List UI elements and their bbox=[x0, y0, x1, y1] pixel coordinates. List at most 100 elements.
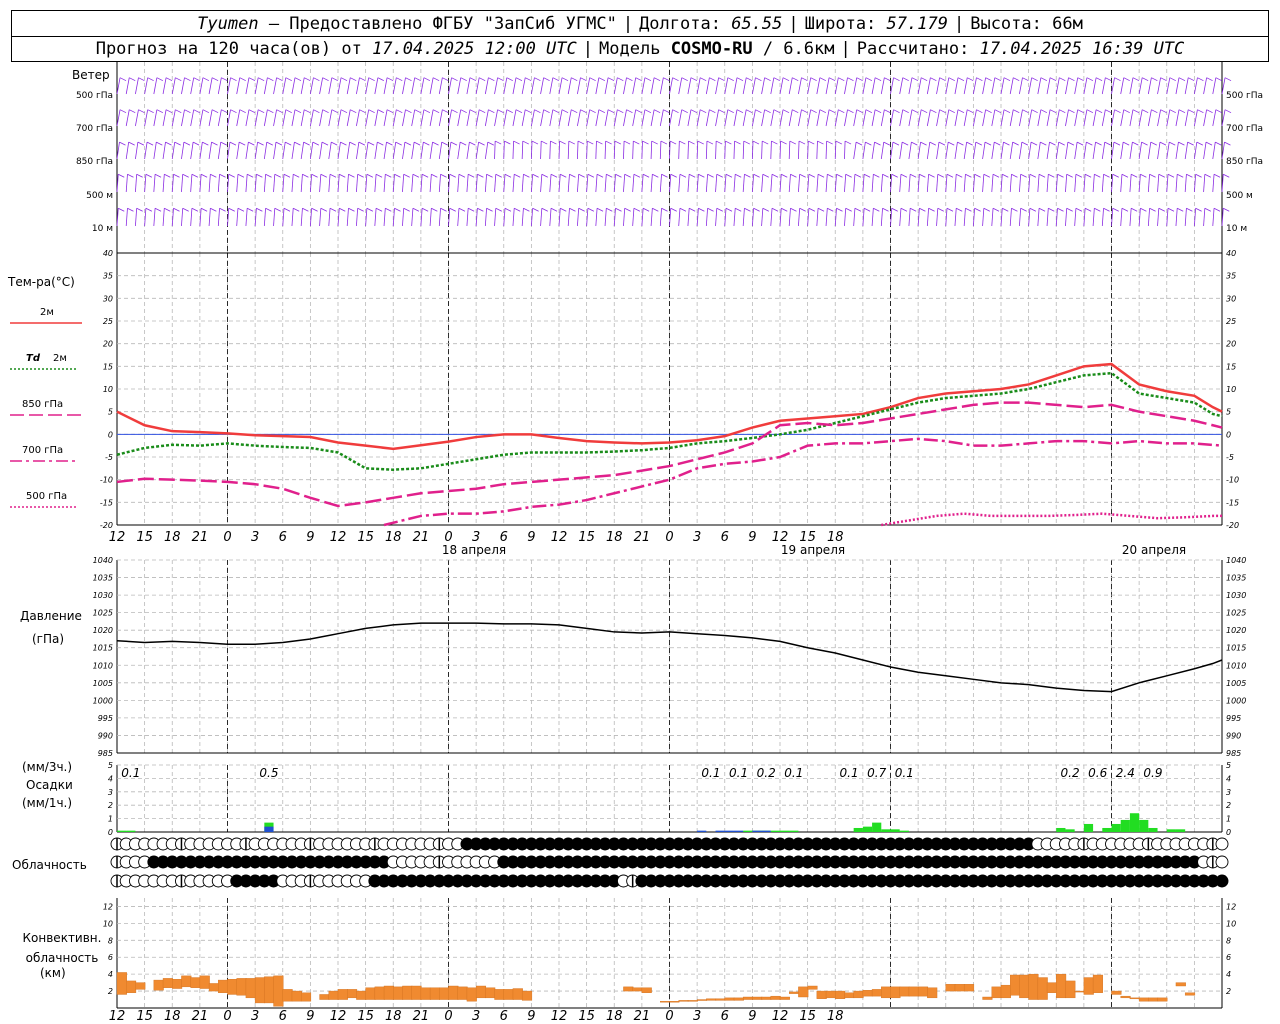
pres-ytick-right: 1005 bbox=[1226, 679, 1246, 688]
wind-barb bbox=[926, 77, 931, 95]
wind-barb bbox=[291, 77, 296, 95]
wind-barb bbox=[429, 142, 433, 160]
wind-barb-flag bbox=[578, 207, 585, 212]
wind-barb bbox=[595, 77, 600, 95]
wind-barb-flag bbox=[385, 173, 392, 178]
wind-barb-flag bbox=[1040, 141, 1047, 146]
wind-barb-flag bbox=[1196, 141, 1204, 146]
wind-barb-flag bbox=[716, 173, 723, 178]
wind-barb bbox=[1147, 77, 1152, 95]
wind-barb-flag bbox=[340, 109, 348, 114]
wind-barb-flag bbox=[477, 173, 484, 178]
day-label: 18 апреля bbox=[442, 543, 506, 557]
wind-barb-flag bbox=[127, 207, 134, 212]
wind-barb-flag bbox=[983, 173, 991, 178]
wind-barb-flag bbox=[467, 207, 475, 212]
wind-barb bbox=[623, 174, 626, 193]
wind-barb-flag bbox=[856, 77, 863, 82]
wind-barb bbox=[1101, 109, 1106, 127]
wind-barb-flag bbox=[340, 141, 347, 146]
wind-barb-flag bbox=[792, 77, 799, 82]
conv-cloud-bar bbox=[1010, 974, 1021, 996]
cloud-symbol bbox=[1215, 874, 1229, 888]
wind-barb bbox=[733, 141, 735, 160]
wind-barb-flag bbox=[348, 173, 355, 178]
wind-barb bbox=[457, 77, 462, 95]
wind-barb-flag bbox=[1223, 173, 1230, 178]
conv-cloud-bar bbox=[1092, 974, 1103, 993]
wind-barb-flag bbox=[1022, 77, 1029, 82]
wind-barb-flag bbox=[469, 109, 477, 114]
wind-barb bbox=[484, 174, 487, 193]
wind-barb-flag bbox=[819, 109, 827, 114]
wind-barb-flag bbox=[1160, 77, 1167, 82]
wind-barb bbox=[190, 77, 195, 95]
wind-barb-flag bbox=[488, 109, 495, 114]
wind-barb-flag bbox=[930, 109, 937, 114]
conv-cloud-bar bbox=[927, 987, 938, 999]
wind-barb-flag bbox=[746, 77, 753, 82]
wind-barb bbox=[217, 77, 222, 95]
wind-barb bbox=[1193, 77, 1198, 95]
wind-barb bbox=[1065, 208, 1068, 227]
wind-barb bbox=[346, 77, 351, 95]
wind-barb-flag bbox=[1160, 109, 1167, 114]
wind-barb bbox=[844, 109, 848, 127]
wind-barb-flag bbox=[552, 109, 560, 114]
wind-barb bbox=[788, 141, 791, 160]
conv-cloud-bar bbox=[733, 997, 744, 1001]
wind-barb-flag bbox=[237, 207, 245, 212]
wind-barb bbox=[715, 141, 717, 160]
legend-td-sub: 2м bbox=[53, 353, 67, 364]
wind-barb bbox=[1092, 142, 1096, 160]
wind-barb-flag bbox=[901, 141, 909, 146]
wind-barb-flag bbox=[863, 207, 871, 212]
wind-barb bbox=[438, 208, 441, 227]
wind-barb-flag bbox=[200, 173, 208, 178]
wind-barb bbox=[853, 142, 857, 160]
wind-barb-flag bbox=[911, 141, 918, 146]
wind-barb bbox=[199, 142, 203, 160]
wind-barb-flag bbox=[311, 173, 318, 178]
wind-barb bbox=[466, 174, 469, 193]
conv-cloud-bar bbox=[1157, 997, 1168, 1002]
wind-barb bbox=[236, 208, 239, 227]
wind-barb bbox=[383, 142, 387, 160]
wind-barb bbox=[1037, 142, 1041, 160]
wind-barb bbox=[245, 174, 248, 193]
wind-barb-flag bbox=[469, 141, 476, 146]
wind-barb-flag bbox=[138, 77, 145, 82]
wind-barb bbox=[604, 208, 607, 227]
wind-barb-flag bbox=[607, 77, 615, 82]
hour-label-bottom: 6 bbox=[500, 1009, 508, 1024]
wind-barb-flag bbox=[248, 109, 256, 114]
wind-barb-flag bbox=[1158, 207, 1165, 212]
conv-cloud-bar bbox=[116, 972, 127, 995]
pres-ytick-right: 1020 bbox=[1226, 626, 1246, 635]
wind-barb bbox=[1212, 208, 1215, 227]
temp-ytick-left: -15 bbox=[100, 498, 113, 507]
wind-barb-flag bbox=[838, 77, 845, 82]
wind-barb-flag bbox=[1021, 141, 1029, 146]
temp-ytick-left: -10 bbox=[100, 476, 113, 485]
wind-barb bbox=[880, 77, 885, 95]
wind-barb-flag bbox=[550, 207, 558, 212]
wind-barb bbox=[135, 77, 139, 95]
temp-ytick-left: 20 bbox=[103, 340, 113, 349]
wind-barb bbox=[411, 208, 414, 227]
wind-barb-flag bbox=[238, 141, 246, 146]
wind-barb-flag bbox=[1104, 141, 1111, 146]
meteogram: 2м Td 2м 850 гПа 700 гПа 500 гПа 500 гПа… bbox=[10, 62, 1263, 1024]
wind-barb bbox=[1019, 208, 1022, 227]
wind-barb-flag bbox=[403, 173, 410, 178]
wind-barb bbox=[549, 109, 554, 127]
wind-barb-flag bbox=[1030, 141, 1038, 146]
wind-barb bbox=[945, 142, 949, 160]
wind-barb-flag bbox=[1086, 109, 1094, 114]
hour-label-bottom: 21 bbox=[413, 1009, 430, 1024]
wind-barb-flag bbox=[882, 173, 889, 178]
wind-barb bbox=[1175, 109, 1180, 127]
precip-3h-label: 0.5 bbox=[259, 766, 278, 780]
wind-barb-flag bbox=[239, 77, 246, 82]
wind-barb-flag bbox=[799, 207, 806, 212]
